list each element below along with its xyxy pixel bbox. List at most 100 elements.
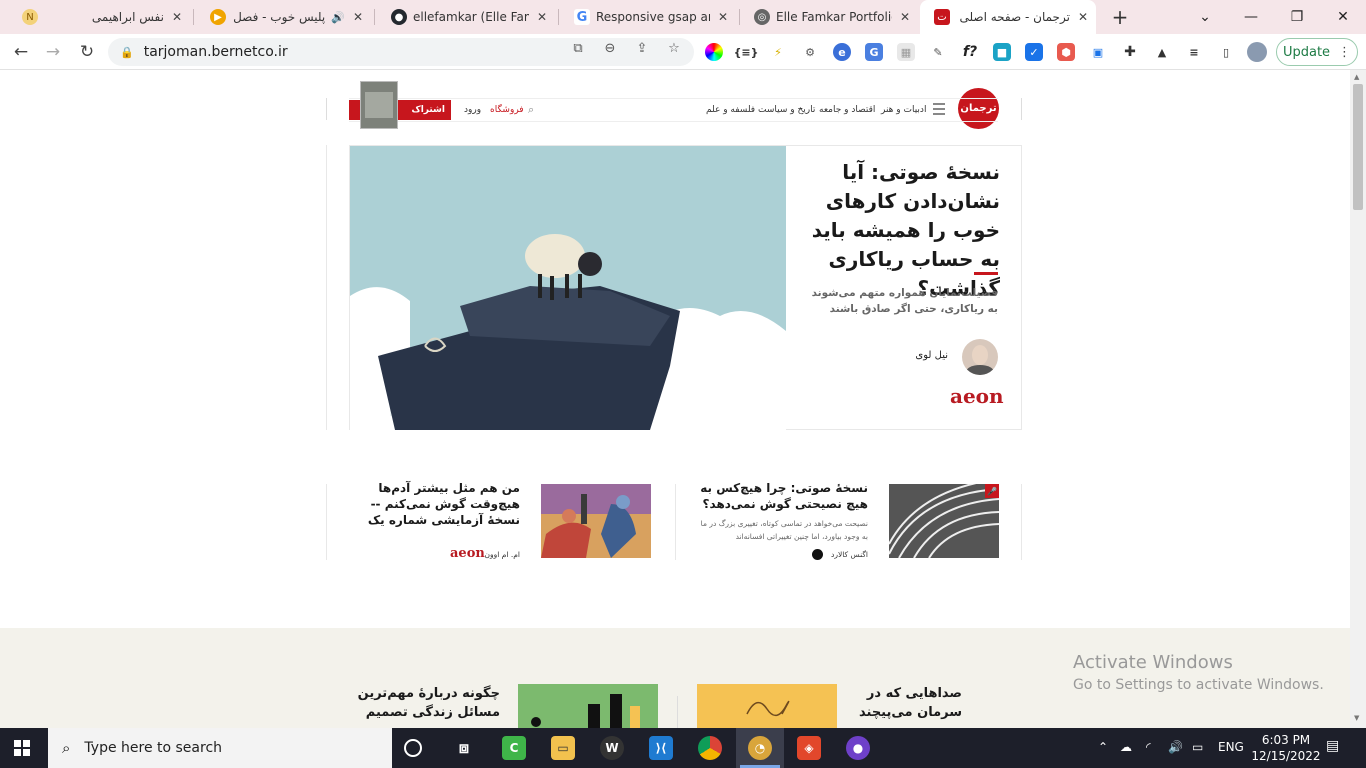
tab-close-icon[interactable]: ✕	[900, 10, 910, 24]
lightning-extension-icon[interactable]: ⚡	[769, 43, 787, 61]
box-extension-icon[interactable]: ▦	[897, 43, 915, 61]
tab-5[interactable]: ◎ Elle Famkar Portfolio | ✕	[740, 0, 918, 34]
restore-button[interactable]: ❐	[1274, 0, 1320, 34]
windows-start-icon[interactable]	[14, 740, 30, 756]
card-2-title[interactable]: من هم مثل بیشتر آدم‌ها هیچ‌وقت گوش نمی‌ک…	[340, 480, 520, 528]
colorpicker-extension-icon[interactable]	[705, 43, 723, 61]
audio-playing-icon[interactable]: 🔊	[331, 11, 345, 24]
github-desktop-icon[interactable]: ●	[846, 736, 870, 760]
taskbar-clock[interactable]: 6:03 PM 12/15/2022	[1248, 732, 1324, 764]
file-explorer-icon[interactable]: ▭	[551, 736, 575, 760]
scribble-illustration	[746, 700, 790, 717]
scroll-down-icon[interactable]: ▼	[1354, 714, 1359, 722]
tab-close-icon[interactable]: ✕	[718, 10, 728, 24]
tab-3[interactable]: ● ellefamkar (Elle Famka ✕	[377, 0, 555, 34]
shop-link[interactable]: فروشگاه	[490, 105, 524, 115]
tray-overflow-chevron-icon[interactable]: ⌃	[1098, 740, 1108, 754]
hero-title[interactable]: نسخهٔ صوتی: آیا نشان‌دادن کارهای خوب را …	[800, 158, 1000, 303]
lower-2-image[interactable]	[518, 684, 658, 728]
zoom-icon[interactable]: ⊖	[602, 40, 618, 56]
card-1-description: نصیحت می‌خواهد در تماسی کوتاه، تغییری بز…	[700, 519, 868, 541]
brave-icon[interactable]: ◈	[797, 736, 821, 760]
nav-economy[interactable]: اقتصاد و جامعه	[819, 105, 875, 115]
tab-close-icon[interactable]: ✕	[172, 10, 182, 24]
hero-article[interactable]: نسخهٔ صوتی: آیا نشان‌دادن کارهای خوب را …	[349, 145, 1022, 430]
volume-icon[interactable]: 🔊	[1168, 740, 1183, 754]
sidepanel-icon[interactable]: ▯	[1217, 43, 1235, 61]
translate-extension-icon[interactable]: G	[865, 43, 883, 61]
notification-icon[interactable]: ▤	[1326, 738, 1339, 754]
chrome-icon[interactable]	[698, 736, 722, 760]
scroll-thumb[interactable]	[1353, 84, 1363, 210]
tab-close-icon[interactable]: ✕	[353, 10, 363, 24]
check-extension-icon[interactable]: ✓	[1025, 43, 1043, 61]
reload-button[interactable]: ↻	[74, 39, 100, 65]
eye-extension-icon[interactable]: e	[833, 43, 851, 61]
hero-illustration[interactable]	[350, 146, 786, 430]
new-tab-button[interactable]: +	[1108, 5, 1132, 29]
cortana-icon[interactable]	[404, 739, 422, 757]
scroll-up-icon[interactable]: ▲	[1354, 73, 1359, 81]
translate-icon[interactable]: ⧉	[570, 40, 586, 56]
card-1-image[interactable]: 🎤	[889, 484, 999, 558]
update-button[interactable]: Update ⋮	[1276, 38, 1358, 66]
square-extension-icon[interactable]: ■	[993, 43, 1011, 61]
vscode-icon[interactable]: ⟩⟨	[649, 736, 673, 760]
gear-extension-icon[interactable]: ⚙	[801, 43, 819, 61]
page-scrollbar[interactable]: ▲ ▼	[1350, 70, 1366, 728]
card-2-image[interactable]	[541, 484, 651, 558]
card-1-author[interactable]: اگنس کالارد	[800, 550, 868, 559]
screen-extension-icon[interactable]: ▣	[1089, 43, 1107, 61]
nav-literature[interactable]: ادبیات و هنر	[881, 105, 926, 115]
minimize-button[interactable]: —	[1228, 0, 1274, 34]
tab-2[interactable]: ▶ پلیس خوب - فصل 🔊 ✕	[196, 0, 371, 34]
tab-title: Responsive gsap anim	[596, 10, 710, 24]
hero-author-name[interactable]: نیل لوی	[830, 350, 948, 361]
tab-search-chevron-icon[interactable]: ⌄	[1182, 0, 1228, 34]
battery-icon[interactable]: ▭	[1192, 740, 1203, 754]
eyedropper-extension-icon[interactable]: ✎	[929, 43, 947, 61]
camtasia-icon[interactable]: C	[502, 736, 526, 760]
chrome-profile-icon[interactable]: ◔	[748, 736, 772, 760]
forward-button[interactable]: →	[40, 39, 66, 65]
hamburger-menu-icon[interactable]	[933, 103, 945, 115]
tab-6-active[interactable]: ت ترجمان - صفحه اصلی ✕	[920, 0, 1096, 34]
card-1-title[interactable]: نسخهٔ صوتی: چرا هیچ‌کس به هیچ نصیحتی گوش…	[698, 480, 868, 512]
tab-close-icon[interactable]: ✕	[537, 10, 547, 24]
tab-1[interactable]: N نفس ابراهیمی ✕	[8, 0, 190, 34]
lower-1-image[interactable]	[697, 684, 837, 728]
json-extension-icon[interactable]: {≡}	[734, 43, 759, 61]
wifi-icon[interactable]: ◜	[1146, 740, 1151, 754]
card-2-source-logo: aeon	[450, 546, 485, 561]
puzzle-extensions-icon[interactable]: ✚	[1121, 43, 1139, 61]
font-extension-icon[interactable]: f?	[961, 43, 979, 61]
browser-toolbar: ← → ↻ 🔒 tarjoman.bernetco.ir ⧉ ⊖ ⇪ ☆ {≡}…	[0, 34, 1366, 70]
nav-history[interactable]: تاریخ و سیاست	[758, 105, 815, 115]
lower-2-title[interactable]: چگونه دربارهٔ مهم‌ترین مسائل زندگی تصمیم	[355, 684, 500, 722]
login-link[interactable]: ورود	[464, 105, 481, 115]
profile-avatar[interactable]	[1247, 42, 1267, 62]
hero-author-avatar[interactable]	[962, 339, 998, 375]
flask-extension-icon[interactable]: ▲	[1153, 43, 1171, 61]
magazine-thumbnail[interactable]	[360, 81, 398, 129]
playlist-icon[interactable]: ≡	[1185, 43, 1203, 61]
close-window-button[interactable]: ✕	[1320, 0, 1366, 34]
lower-1-title[interactable]: صداهایی که در سرمان می‌پیچند و	[852, 684, 962, 728]
tab-close-icon[interactable]: ✕	[1078, 10, 1088, 24]
nav-philosophy[interactable]: فلسفه و علم	[706, 105, 755, 115]
onedrive-cloud-icon[interactable]: ☁	[1120, 740, 1132, 754]
share-icon[interactable]: ⇪	[634, 40, 650, 56]
url-text[interactable]: tarjoman.bernetco.ir	[144, 44, 288, 60]
card-1-author-avatar[interactable]	[812, 549, 823, 560]
task-view-icon[interactable]: ⧈	[452, 736, 476, 760]
search-icon[interactable]: ⌕	[528, 103, 534, 117]
badge-extension-icon[interactable]: ⬢	[1057, 43, 1075, 61]
language-indicator[interactable]: ENG	[1218, 740, 1244, 754]
wamp-icon[interactable]: W	[600, 736, 624, 760]
bookmark-star-icon[interactable]: ☆	[666, 40, 682, 56]
lock-icon[interactable]: 🔒	[120, 46, 134, 59]
taskbar-search-box[interactable]: ⌕ Type here to search	[48, 728, 392, 768]
back-button[interactable]: ←	[8, 39, 34, 65]
tab-4[interactable]: G Responsive gsap anim ✕	[560, 0, 736, 34]
clock-date: 12/15/2022	[1251, 749, 1321, 763]
